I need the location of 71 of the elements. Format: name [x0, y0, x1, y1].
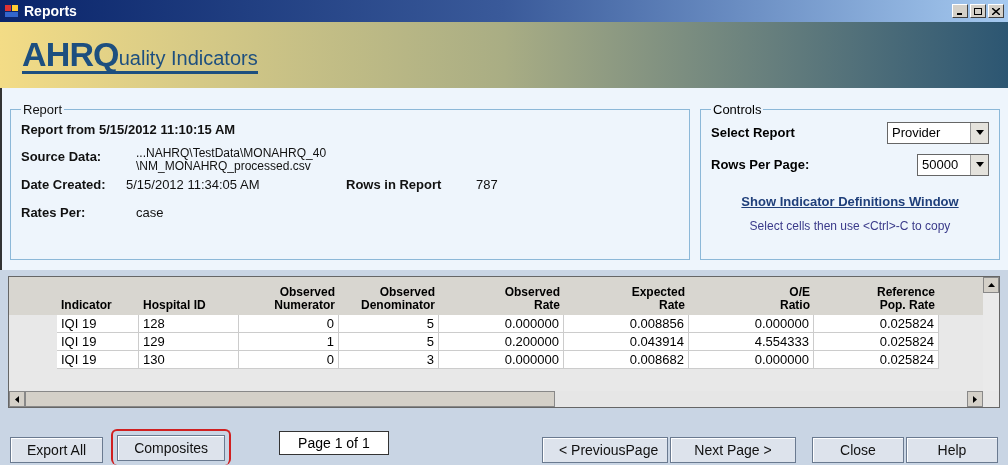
scroll-thumb[interactable]: [25, 391, 555, 407]
column-header[interactable]: Observed Rate: [439, 277, 564, 315]
footer-button[interactable]: Help: [906, 437, 998, 463]
field-label: Source Data:: [21, 148, 103, 166]
footer-button[interactable]: Close: [812, 437, 904, 463]
table-cell: 5: [339, 315, 439, 333]
caret-icon: [975, 162, 984, 167]
page-nav-button[interactable]: < PreviousPage: [542, 437, 668, 463]
table-cell: 3: [339, 351, 439, 369]
logo: AHRQuality Indicators: [22, 36, 258, 74]
right-arrow-icon[interactable]: [973, 395, 977, 403]
left-arrow-icon[interactable]: [15, 395, 19, 403]
column-header[interactable]: Observed Numerator: [239, 277, 339, 315]
column-header[interactable]: Expected Rate: [564, 277, 689, 315]
table-cell: IQI 19: [57, 315, 139, 333]
close-icon[interactable]: [988, 4, 1004, 18]
column-header[interactable]: Reference Pop. Rate: [814, 277, 939, 315]
field-value: 5/15/2012 11:34:05 AM: [126, 176, 261, 194]
table-cell: 130: [139, 351, 239, 369]
minimize-icon[interactable]: [952, 4, 968, 18]
page-nav-button[interactable]: Next Page >: [670, 437, 796, 463]
field-label: Select Report: [711, 123, 796, 142]
page-indicator: Page 1 of 1: [279, 431, 389, 455]
field-label: Rows in Report: [346, 176, 443, 194]
table-cell: 128: [139, 315, 239, 333]
group-legend: Report: [21, 100, 65, 120]
table-cell: 0.025824: [814, 351, 939, 369]
rows-per-page-select[interactable]: 50000: [917, 153, 989, 176]
table-cell: IQI 19: [57, 351, 139, 369]
column-header[interactable]: O/E Ratio: [689, 277, 814, 315]
dropdown-button[interactable]: [970, 122, 988, 143]
table-cell: 0: [239, 315, 339, 333]
field-label: Date Created:: [21, 176, 107, 194]
table-cell: 0.025824: [814, 315, 939, 333]
table-cell: 0.000000: [439, 315, 564, 333]
footer-button[interactable]: Composites: [117, 435, 226, 461]
field-label: Rates Per:: [21, 203, 87, 222]
table-cell: 0.043914: [564, 333, 689, 351]
table-cell: 4.554333: [689, 333, 814, 351]
footer-button[interactable]: Export All: [10, 437, 104, 463]
copy-hint: Select cells then use <Ctrl>-C to copy: [748, 218, 952, 235]
table-cell: 5: [339, 333, 439, 351]
app-icon: [4, 3, 20, 19]
table-cell: 0.000000: [689, 351, 814, 369]
column-header[interactable]: Hospital ID: [139, 277, 239, 315]
caret-icon: [975, 130, 984, 135]
column-header[interactable]: Indicator: [57, 277, 139, 315]
table-cell: 0.200000: [439, 333, 564, 351]
table-cell: IQI 19: [57, 333, 139, 351]
report-select[interactable]: Provider: [887, 121, 989, 144]
report-heading: Report from 5/15/2012 11:10:15 AM: [21, 120, 237, 139]
field-value: 787: [476, 176, 498, 194]
source-path: ...NAHRQ\TestData\MONAHRQ_40 \NM_MONAHRQ_processed.csv: [136, 147, 327, 173]
table-cell: 0.008682: [564, 351, 689, 369]
table-cell: 0.000000: [689, 315, 814, 333]
table-cell: 0.000000: [439, 351, 564, 369]
field-value: case: [136, 203, 164, 222]
field-label: Rows Per Page:: [711, 155, 810, 174]
table-cell: 129: [139, 333, 239, 351]
group-legend: Controls: [711, 100, 764, 120]
table-cell: 0.025824: [814, 333, 939, 351]
table-cell: 0.008856: [564, 315, 689, 333]
table-cell: 1: [239, 333, 339, 351]
column-header[interactable]: Observed Denominator: [339, 277, 439, 315]
window-title: Reports: [24, 1, 77, 21]
maximize-icon[interactable]: [970, 4, 986, 18]
table-cell: 0: [239, 351, 339, 369]
definitions-link[interactable]: Show Indicator Definitions Window: [741, 193, 959, 209]
horizontal-scrollbar[interactable]: [9, 391, 983, 407]
up-arrow-icon[interactable]: [987, 283, 995, 287]
dropdown-button[interactable]: [970, 154, 988, 175]
